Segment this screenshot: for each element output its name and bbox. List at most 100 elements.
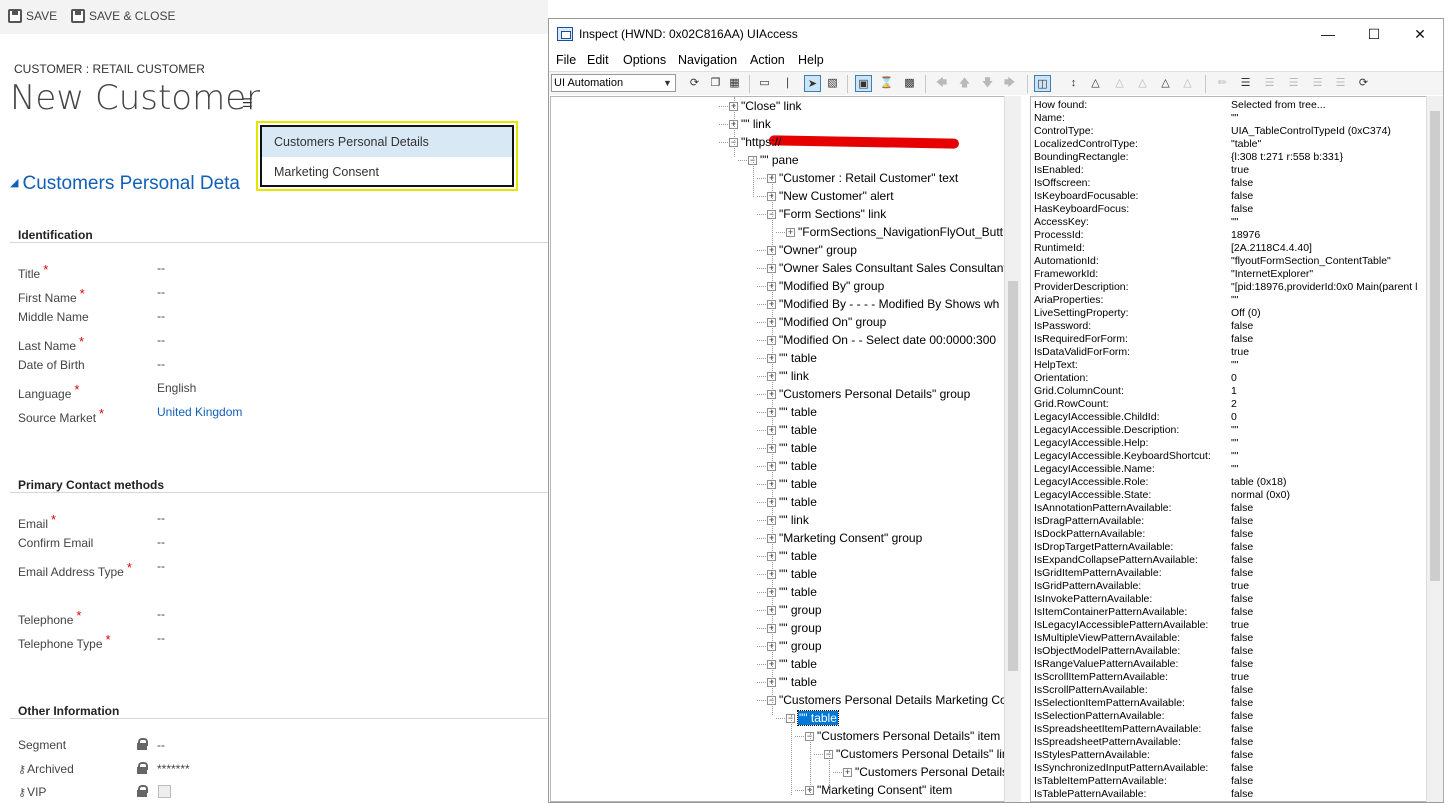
property-value[interactable]: "[pid:18976,providerId:0x0 Main(parent l [1231,281,1417,294]
field-value[interactable]: -- [157,511,165,525]
property-value[interactable]: true [1231,164,1249,177]
toolbar-tool-icon[interactable]: △ [1111,75,1128,92]
tree-node[interactable]: + "" table [767,349,817,367]
menu-help[interactable]: Help [798,53,824,67]
property-value[interactable]: false [1231,645,1253,658]
flyout-item-customers-personal-details[interactable]: Customers Personal Details [262,127,512,157]
property-value[interactable]: false [1231,762,1253,775]
property-value[interactable]: true [1231,346,1249,359]
property-value[interactable]: "" [1231,216,1238,229]
menu-action[interactable]: Action [750,53,785,67]
tree-node[interactable]: + "" link [767,367,809,385]
property-value[interactable]: false [1231,788,1253,801]
property-value[interactable]: "InternetExplorer" [1231,268,1313,281]
property-value[interactable]: 1 [1231,385,1237,398]
vip-checkbox[interactable] [158,785,171,798]
properties-scrollbar[interactable] [1426,96,1443,802]
toolbar-tool-icon[interactable]: ☰ [1285,75,1302,92]
tree-node[interactable]: + "Close" link [729,97,802,115]
save-close-button[interactable]: SAVE & CLOSE [71,8,175,24]
property-value[interactable]: false [1231,333,1253,346]
toolbar-tool-icon[interactable]: △ [1179,75,1196,92]
property-value[interactable]: "" [1231,112,1238,125]
toolbar-tool-icon[interactable]: 🡄 [933,75,950,92]
tree-node[interactable]: + "Modified On - - Select date 00:0000:30… [767,331,996,349]
tree-node[interactable]: + "" link [729,115,771,133]
property-value[interactable]: "" [1231,359,1238,372]
toolbar-tool-icon[interactable]: △ [1134,75,1151,92]
toolbar-tool-icon[interactable]: ▩ [901,75,918,92]
tree-node[interactable]: + "" table [767,457,817,475]
field-value[interactable]: -- [157,333,165,347]
tree-node[interactable]: − "Form Sections" link [767,205,886,223]
flyout-item-marketing-consent[interactable]: Marketing Consent [262,157,512,187]
property-value[interactable]: Selected from tree... [1231,99,1326,112]
property-value[interactable]: normal (0x0) [1231,489,1290,502]
tree-node[interactable]: + "Customer : Retail Customer" text [767,169,958,187]
toolbar-tool-icon[interactable]: △ [1087,75,1104,92]
tree-node[interactable]: − "Customers Personal Details" lin [824,745,1009,763]
field-value[interactable]: -- [157,309,165,323]
property-value[interactable]: false [1231,502,1253,515]
property-value[interactable]: "" [1231,424,1238,437]
property-value[interactable]: 0 [1231,411,1237,424]
property-value[interactable]: UIA_TableControlTypeId (0xC374) [1231,125,1391,138]
toolbar-tool-icon[interactable]: ⟳ [1355,75,1372,92]
tree-node[interactable]: + "New Customer" alert [767,187,894,205]
toolbar-tool-icon[interactable]: ☰ [1309,75,1326,92]
tree-node[interactable]: + "Customers Personal Details" group [767,385,970,403]
field-value[interactable]: -- [157,285,165,299]
mode-select[interactable]: UI Automation ▼ [551,74,676,92]
property-value[interactable]: true [1231,619,1249,632]
menu-file[interactable]: File [556,53,576,67]
field-value[interactable]: -- [157,357,165,371]
property-value[interactable]: false [1231,190,1253,203]
property-value[interactable]: false [1231,775,1253,788]
property-value[interactable]: false [1231,632,1253,645]
toolbar-tool-icon[interactable]: ⟳ [686,75,703,92]
tree-node[interactable]: + "" table [767,583,817,601]
expand-icon[interactable]: + [786,228,795,237]
tree-scroll-thumb[interactable] [1008,281,1018,671]
properties-pane[interactable]: How found: Selected from tree... Name: "" Co… [1030,96,1430,802]
toolbar-tool-icon[interactable]: ▭ [756,75,773,92]
toolbar-tool-icon[interactable]: ➤ [804,75,821,92]
property-value[interactable]: "" [1231,463,1238,476]
tree-node[interactable]: + "" table [767,673,817,691]
tree-node[interactable]: + "" table [767,439,817,457]
property-value[interactable]: {l:308 t:271 r:558 b:331} [1231,151,1343,164]
section-heading[interactable]: ◢ Customers Personal Deta [10,173,240,195]
property-value[interactable]: "" [1231,450,1238,463]
toolbar-tool-icon[interactable]: △ [1157,75,1174,92]
property-value[interactable]: false [1231,723,1253,736]
toolbar-tool-icon[interactable]: ✏ [1214,75,1231,92]
tree-node[interactable]: + "" group [767,637,822,655]
tree-node[interactable]: + "" table [767,565,817,583]
field-value[interactable]: -- [157,607,165,621]
property-value[interactable]: false [1231,203,1253,216]
tree-node[interactable]: + "" table [767,421,817,439]
property-value[interactable]: true [1231,671,1249,684]
property-value[interactable]: table (0x18) [1231,476,1286,489]
element-tree[interactable]: + "Close" link + "" link − "https://− "" pane +… [550,96,1020,802]
toolbar-tool-icon[interactable]: 🡅 [956,75,973,92]
tree-node[interactable]: + "Modified On" group [767,313,886,331]
field-value-segment[interactable]: -- [157,738,165,752]
toolbar-tool-icon[interactable]: ☰ [1237,75,1254,92]
field-value[interactable]: English [157,381,196,395]
toolbar-tool-icon[interactable]: ◫ [1034,75,1051,92]
toolbar-tool-icon[interactable]: ∣ [779,75,796,92]
property-value[interactable]: false [1231,554,1253,567]
property-value[interactable]: 18976 [1231,229,1260,242]
toolbar-tool-icon[interactable]: ☰ [1332,75,1349,92]
property-value[interactable]: "flyoutFormSection_ContentTable" [1231,255,1391,268]
tree-node[interactable]: + "" table [767,403,817,421]
property-value[interactable]: false [1231,541,1253,554]
property-value[interactable]: false [1231,684,1253,697]
property-value[interactable]: true [1231,580,1249,593]
field-value-archived[interactable]: ******* [157,762,190,776]
property-value[interactable]: false [1231,749,1253,762]
tree-node[interactable]: + "FormSections_NavigationFlyOut_Butt [786,223,1003,241]
property-value[interactable]: Off (0) [1231,307,1261,320]
property-value[interactable]: false [1231,528,1253,541]
